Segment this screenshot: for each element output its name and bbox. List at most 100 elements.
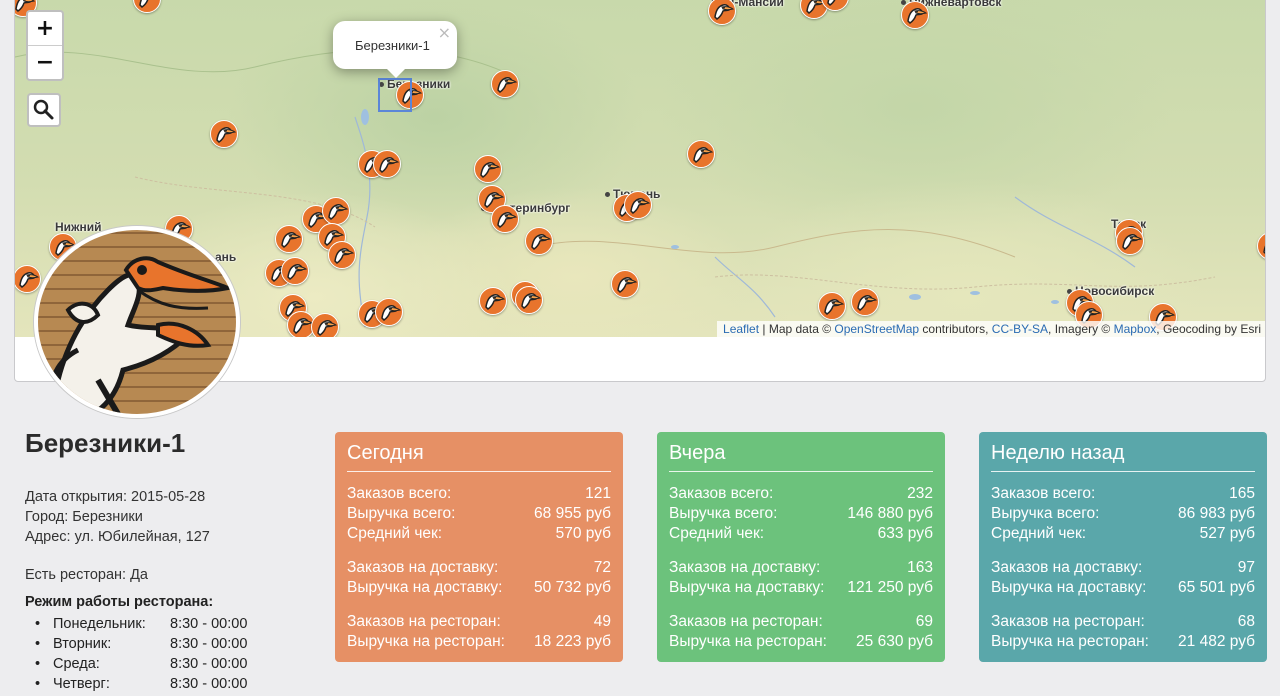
card-title: Сегодня <box>347 432 611 472</box>
stat-value: 570 руб <box>555 525 611 542</box>
stats-card-today: Сегодня Заказов всего: 121 Выручка всего:… <box>335 432 623 662</box>
zoom-control: + − <box>26 10 64 81</box>
map-attribution: Leaflet | Map data © OpenStreetMap contr… <box>717 321 1265 337</box>
attribution-text: , Imagery © <box>1048 322 1114 336</box>
card-title: Неделю назад <box>991 432 1255 472</box>
stat-value: 69 <box>915 613 933 630</box>
pelican-mascot-icon <box>49 256 235 414</box>
shop-avatar <box>34 226 240 418</box>
map-search-button[interactable] <box>27 93 61 127</box>
hours-day: Среда: <box>53 656 100 672</box>
restaurant-marker-icon[interactable] <box>328 241 356 269</box>
stat-value: 97 <box>1237 559 1255 576</box>
stat-label: Заказов на ресторан: <box>669 613 823 630</box>
hours-day: Четверг: <box>53 676 110 692</box>
restaurant-marker-icon[interactable] <box>322 197 350 225</box>
hours-title: Режим работы ресторана: <box>25 594 214 610</box>
stat-value: 232 <box>907 485 933 502</box>
restaurant-marker-icon[interactable] <box>624 191 652 219</box>
stat-value: 86 983 руб <box>1178 505 1255 522</box>
popup-title: Березники-1 <box>355 38 430 53</box>
osm-link[interactable]: OpenStreetMap <box>834 322 919 336</box>
restaurant-marker-icon[interactable] <box>1257 232 1265 260</box>
restaurant-marker-icon[interactable] <box>901 1 929 29</box>
restaurant-marker-icon[interactable] <box>210 120 238 148</box>
marker-popup: Березники-1 × <box>333 21 457 78</box>
zoom-out-button[interactable]: − <box>28 46 62 79</box>
card-title: Вчера <box>669 432 933 472</box>
selected-marker-highlight <box>378 78 412 112</box>
restaurant-marker-icon[interactable] <box>851 288 879 316</box>
magnifier-icon <box>33 99 54 120</box>
stat-value: 18 223 руб <box>534 633 611 650</box>
stat-label: Выручка на ресторан: <box>347 633 505 650</box>
stat-value: 165 <box>1229 485 1255 502</box>
stat-label: Заказов всего: <box>347 485 452 502</box>
stat-value: 68 955 руб <box>534 505 611 522</box>
stat-value: 68 <box>1237 613 1255 630</box>
popup-tip <box>385 67 407 78</box>
stats-card-yesterday: Вчера Заказов всего: 232 Выручка всего: 14… <box>657 432 945 662</box>
stat-label: Заказов на ресторан: <box>347 613 501 630</box>
stat-value: 146 880 руб <box>847 505 933 522</box>
restaurant-marker-icon[interactable] <box>491 205 519 233</box>
stat-label: Выручка на доставку: <box>991 579 1147 596</box>
restaurant-marker-icon[interactable] <box>491 70 519 98</box>
license-link[interactable]: CC-BY-SA <box>992 322 1048 336</box>
restaurant-marker-icon[interactable] <box>821 0 849 11</box>
stat-label: Выручка всего: <box>991 505 1100 522</box>
stat-label: Выручка на доставку: <box>669 579 825 596</box>
stat-label: Заказов на ресторан: <box>991 613 1145 630</box>
stat-value: 72 <box>593 559 611 576</box>
restaurant-marker-icon[interactable] <box>375 298 403 326</box>
restaurant-marker-icon[interactable] <box>311 313 339 337</box>
hours-day: Понедельник: <box>53 616 146 632</box>
popup-close-button[interactable]: × <box>438 23 451 42</box>
stats-card-week-ago: Неделю назад Заказов всего: 165 Выручка в… <box>979 432 1267 662</box>
restaurant-marker-icon[interactable] <box>708 0 736 25</box>
address: Адрес: ул. Юбилейная, 127 <box>25 529 210 545</box>
stat-label: Заказов всего: <box>991 485 1096 502</box>
stat-value: 527 руб <box>1199 525 1255 542</box>
stat-value: 121 <box>585 485 611 502</box>
restaurant-marker-icon[interactable] <box>687 140 715 168</box>
hours-time: 8:30 - 00:00 <box>170 616 248 632</box>
attribution-text: , Geocoding by Esri <box>1156 322 1261 336</box>
restaurant-marker-icon[interactable] <box>818 292 846 320</box>
stat-value: 50 732 руб <box>534 579 611 596</box>
restaurant-marker-icon[interactable] <box>515 286 543 314</box>
restaurant-marker-icon[interactable] <box>525 227 553 255</box>
restaurant-marker-icon[interactable] <box>281 257 309 285</box>
hours-time: 8:30 - 00:00 <box>170 636 248 652</box>
stat-value: 163 <box>907 559 933 576</box>
stat-label: Выручка на ресторан: <box>991 633 1149 650</box>
stat-value: 25 630 руб <box>856 633 933 650</box>
stat-value: 49 <box>593 613 611 630</box>
mapbox-link[interactable]: Mapbox <box>1114 322 1157 336</box>
stat-value: 121 250 руб <box>847 579 933 596</box>
city-label: Нижний <box>55 220 102 234</box>
attribution-text: contributors, <box>919 322 992 336</box>
city-label: ань <box>215 250 237 264</box>
restaurant-marker-icon[interactable] <box>133 0 161 13</box>
stat-label: Выручка всего: <box>347 505 456 522</box>
restaurant-marker-icon[interactable] <box>275 225 303 253</box>
stat-label: Средний чек: <box>669 525 765 542</box>
hours-time: 8:30 - 00:00 <box>170 656 248 672</box>
restaurant-marker-icon[interactable] <box>611 270 639 298</box>
restaurant-marker-icon[interactable] <box>373 150 401 178</box>
restaurant-marker-icon[interactable] <box>1116 227 1144 255</box>
zoom-in-button[interactable]: + <box>28 12 62 46</box>
stat-label: Заказов на доставку: <box>347 559 499 576</box>
restaurant-marker-icon[interactable] <box>474 155 502 183</box>
restaurant-marker-icon[interactable] <box>479 287 507 315</box>
hours-day: Вторник: <box>53 636 112 652</box>
stat-label: Выручка на ресторан: <box>669 633 827 650</box>
stat-label: Заказов на доставку: <box>669 559 821 576</box>
has-restaurant: Есть ресторан: Да <box>25 567 148 583</box>
restaurant-marker-icon[interactable] <box>15 265 41 293</box>
hours-time: 8:30 - 00:00 <box>170 676 248 692</box>
stat-label: Выручка на доставку: <box>347 579 503 596</box>
leaflet-link[interactable]: Leaflet <box>723 322 759 336</box>
city: Город: Березники <box>25 509 143 525</box>
